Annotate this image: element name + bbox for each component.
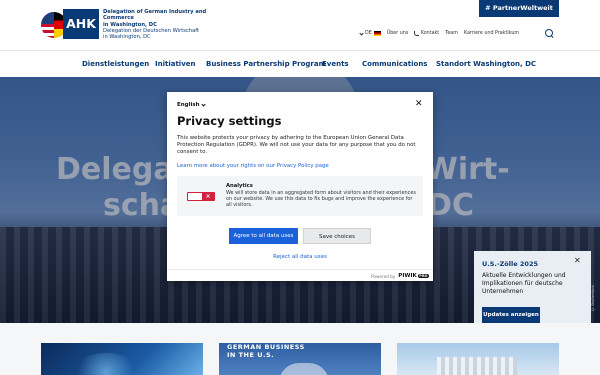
promo-panel: U.S.-Zölle 2025 ✕ Aktuelle Entwicklungen… (474, 251, 591, 326)
main-nav: Dienstleistungen Initiativen Business Pa… (0, 50, 600, 77)
modal-language-select[interactable]: English (177, 101, 207, 108)
language-label: DE (365, 31, 372, 36)
modal-title: Privacy settings (177, 114, 282, 128)
nav-item-standort[interactable]: Standort Washington, DC (436, 51, 536, 78)
chevron-down-icon (359, 30, 364, 36)
promo-title: U.S.-Zölle 2025 (482, 260, 538, 268)
piwik-logo: PIWIK (398, 273, 417, 279)
phone-icon (414, 31, 420, 36)
reject-all-link: Reject all data uses (167, 254, 433, 260)
save-choices-button[interactable]: Save choices (303, 228, 371, 244)
analytics-title: Analytics (226, 183, 253, 189)
teaser-card-2[interactable]: GERMAN BUSINESS IN THE U.S. (219, 343, 381, 375)
nav-item-events[interactable]: Events (322, 51, 349, 78)
promo-close-icon[interactable]: ✕ (574, 257, 581, 265)
card-2-text: GERMAN BUSINESS IN THE U.S. (227, 343, 305, 359)
logo-line-en-1: Delegation of German Industry and Commer… (103, 9, 207, 22)
card-2-line2: IN THE U.S. (227, 350, 275, 359)
site-header: AHK Delegation of German Industry and Co… (0, 0, 600, 50)
utility-nav: DE Über uns Kontakt Team Karriere und Pr… (359, 30, 525, 36)
search-icon[interactable] (545, 29, 554, 38)
nav-careers[interactable]: Karriere und Praktikum (464, 31, 519, 36)
logo-line-de-2: in Washington, DC (103, 34, 151, 41)
modal-description: This website protects your privacy by ad… (177, 135, 416, 156)
photo-credit: © Shutterstock (591, 285, 595, 312)
logo-text: Delegation of German Industry and Commer… (103, 9, 223, 40)
privacy-policy-link[interactable]: Learn more about your rights on our Priv… (177, 163, 329, 169)
analytics-consent: × Analytics We will store data in an agg… (177, 176, 423, 216)
logo-box: AHK (63, 9, 99, 39)
language-switcher[interactable]: DE (359, 30, 381, 36)
toggle-off-icon: × (202, 193, 214, 200)
powered-by-label: Powered by (371, 273, 396, 279)
nav-item-communications[interactable]: Communications (362, 51, 427, 78)
modal-language-label: English (177, 102, 200, 108)
promo-text: Aktuelle Entwicklungen und Implikationen… (482, 272, 566, 295)
ahk-logo[interactable]: AHK Delegation of German Industry and Co… (41, 9, 223, 40)
updates-button[interactable]: Updates anzeigen (482, 307, 540, 324)
nav-item-business-partnership[interactable]: Business Partnership Program (206, 51, 326, 78)
analytics-description: We will store data in an aggregated form… (226, 190, 416, 208)
powered-by: Powered by PIWIK PRO (371, 273, 429, 279)
nav-item-initiativen[interactable]: Initiativen (155, 51, 196, 78)
german-flag-icon (373, 31, 381, 36)
nav-about[interactable]: Über uns (387, 31, 409, 36)
nav-item-dienstleistungen[interactable]: Dienstleistungen (82, 51, 149, 78)
nav-contact[interactable]: Kontakt (414, 31, 439, 36)
teaser-card-1[interactable] (41, 343, 203, 375)
analytics-toggle[interactable]: × (187, 192, 215, 201)
privacy-modal: English ✕ Privacy settings This website … (167, 92, 433, 281)
reject-all-label[interactable]: Reject all data uses (273, 254, 327, 260)
nav-team[interactable]: Team (445, 31, 458, 36)
chevron-down-icon (200, 101, 206, 107)
partner-weltweit-button[interactable]: # PartnerWeltweit (479, 0, 559, 17)
modal-footer: Powered by PIWIK PRO (167, 269, 433, 281)
logo-mark: AHK (41, 9, 99, 39)
close-icon[interactable]: ✕ (415, 100, 423, 109)
piwik-pro-badge: PRO (417, 274, 429, 278)
nav-contact-label: Kontakt (420, 31, 440, 36)
teaser-card-3[interactable] (397, 343, 559, 375)
agree-all-button[interactable]: Agree to all data uses (229, 228, 298, 244)
